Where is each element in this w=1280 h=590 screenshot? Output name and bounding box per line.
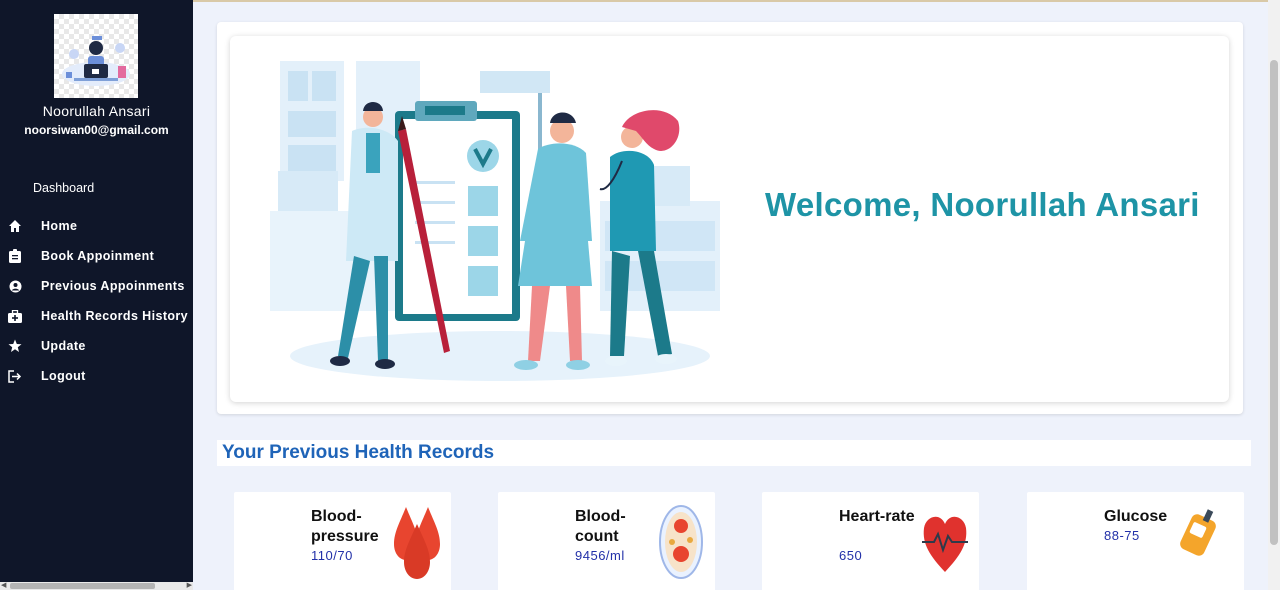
doctor-patient-illustration (270, 61, 740, 381)
record-name: Heart-rate (839, 508, 915, 525)
home-icon (1, 219, 29, 233)
welcome-heading: Welcome, Noorullah Ansari (765, 186, 1200, 223)
nav-home-label: Home (41, 219, 78, 233)
record-name: Blood-count (575, 508, 626, 545)
record-card-glucose[interactable]: Glucose 88-75 (1027, 492, 1244, 590)
welcome-banner: Welcome, Noorullah Ansari (217, 22, 1243, 414)
user-circle-icon (1, 280, 29, 293)
record-value: 110/70 (311, 548, 353, 563)
medical-kit-icon (1, 309, 29, 323)
top-border (193, 0, 1268, 2)
record-card-blood-pressure[interactable]: Blood-pressure 110/70 (234, 492, 451, 590)
record-value: 9456/ml (575, 548, 625, 563)
record-value: 88-75 (1104, 528, 1140, 543)
nav-update[interactable]: Update (0, 333, 193, 359)
main-vertical-scrollbar[interactable] (1268, 0, 1280, 590)
blood-drops-icon (394, 507, 440, 579)
heart-pulse-icon (922, 516, 968, 572)
petri-dish-icon (659, 505, 703, 579)
records-header: Your Previous Health Records (217, 440, 1251, 466)
scrollbar-thumb[interactable] (10, 583, 155, 589)
star-icon (1, 339, 29, 353)
logout-icon (1, 369, 29, 383)
glucometer-icon (1180, 509, 1216, 556)
scrollbar-thumb[interactable] (1270, 60, 1278, 545)
sidebar: Noorullah Ansari noorsiwan00@gmail.com D… (0, 0, 193, 590)
user-email: noorsiwan00@gmail.com (24, 123, 169, 137)
nav-logout-label: Logout (41, 369, 86, 383)
nav-home[interactable]: Home (0, 213, 193, 239)
dashboard-label: Dashboard (33, 181, 95, 195)
nav-update-label: Update (41, 339, 86, 353)
sidebar-horizontal-scrollbar[interactable]: ◀ ▶ (0, 582, 193, 590)
nav-previous-appointments[interactable]: Previous Appoinments (0, 273, 193, 299)
record-name: Glucose (1104, 508, 1168, 525)
records-title: Your Previous Health Records (222, 442, 495, 463)
welcome-card: Welcome, Noorullah Ansari (230, 36, 1229, 402)
nav-book-appointment[interactable]: Book Appoinment (0, 243, 193, 269)
nav-health-records-history[interactable]: Health Records History (0, 303, 193, 329)
scroll-left-arrow-icon[interactable]: ◀ (1, 582, 6, 590)
user-name: Noorullah Ansari (42, 103, 151, 119)
record-card-heart-rate[interactable]: Heart-rate 650 (762, 492, 979, 590)
clipboard-icon (1, 249, 29, 263)
nav-logout[interactable]: Logout (0, 363, 193, 389)
avatar (54, 14, 138, 98)
nav-book-appointment-label: Book Appoinment (41, 249, 155, 263)
nav-previous-appointments-label: Previous Appoinments (41, 279, 185, 293)
record-name: Blood-pressure (311, 508, 379, 545)
scroll-right-arrow-icon[interactable]: ▶ (187, 582, 192, 590)
nav-health-records-history-label: Health Records History (41, 309, 189, 323)
record-card-blood-count[interactable]: Blood-count 9456/ml (498, 492, 715, 590)
record-value: 650 (839, 548, 863, 563)
